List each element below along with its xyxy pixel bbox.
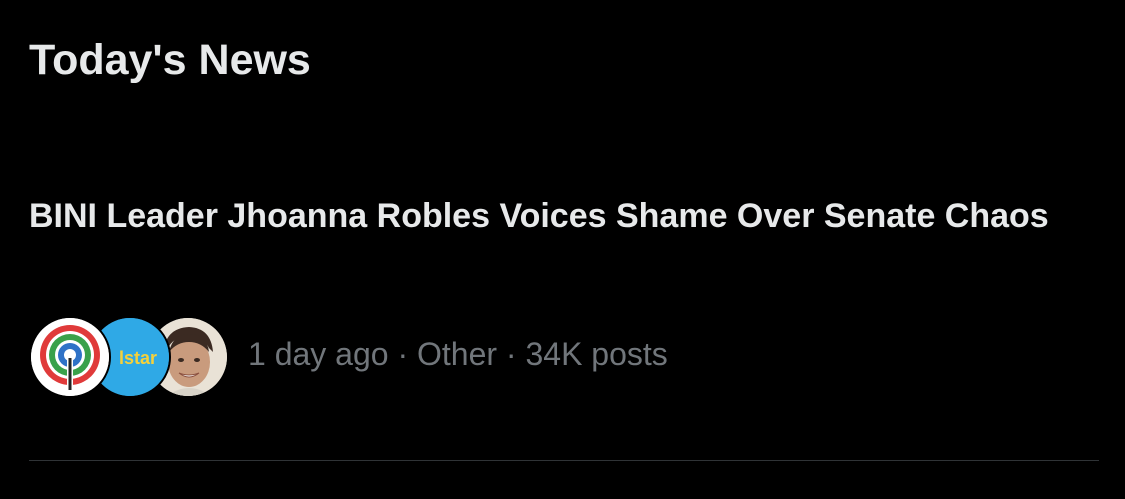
trending-news-item[interactable]: BINI Leader Jhoanna Robles Voices Shame …	[0, 180, 1125, 460]
abs-cbn-logo-icon	[29, 316, 111, 398]
news-headline[interactable]: BINI Leader Jhoanna Robles Voices Shame …	[29, 193, 1069, 239]
news-meta-text: 1 day ago · Other · 34K posts	[248, 334, 668, 374]
source-avatars: lstar	[29, 316, 229, 398]
divider	[29, 460, 1099, 461]
news-post-count: 34K posts	[525, 336, 668, 372]
istar-logo-text: lstar	[119, 348, 157, 368]
page-title: Today's News	[29, 36, 311, 84]
news-meta-row: lstar 1 day ago · Other · 34K posts	[29, 316, 1029, 398]
meta-separator: ·	[497, 336, 526, 372]
meta-separator: ·	[388, 336, 417, 372]
news-category: Other	[417, 336, 498, 372]
news-time: 1 day ago	[248, 336, 389, 372]
